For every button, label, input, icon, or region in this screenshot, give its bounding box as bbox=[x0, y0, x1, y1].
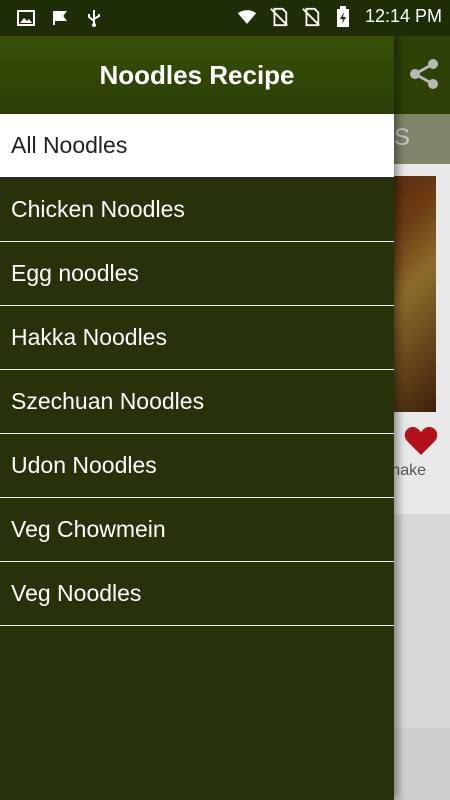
tab-label[interactable]: S bbox=[394, 124, 410, 152]
navigation-drawer: Noodles Recipe All Noodles Chicken Noodl… bbox=[0, 36, 394, 800]
no-sim-icon bbox=[301, 7, 321, 27]
nav-item-label: Egg noodles bbox=[11, 260, 139, 286]
usb-icon bbox=[84, 8, 104, 28]
nav-list: All Noodles Chicken Noodles Egg noodles … bbox=[0, 114, 394, 626]
status-bar: 12:14 PM bbox=[0, 0, 450, 36]
share-icon[interactable] bbox=[406, 56, 442, 92]
no-sim-icon bbox=[269, 7, 289, 27]
nav-item-label: All Noodles bbox=[11, 132, 128, 158]
wifi-icon bbox=[237, 7, 257, 27]
nav-item-veg-chowmein[interactable]: Veg Chowmein bbox=[0, 498, 394, 562]
heart-icon[interactable] bbox=[404, 426, 438, 456]
nav-item-szechuan-noodles[interactable]: Szechuan Noodles bbox=[0, 370, 394, 434]
nav-item-label: Hakka Noodles bbox=[11, 324, 167, 350]
nav-item-hakka-noodles[interactable]: Hakka Noodles bbox=[0, 306, 394, 370]
nav-item-all-noodles[interactable]: All Noodles bbox=[0, 114, 394, 178]
nav-item-chicken-noodles[interactable]: Chicken Noodles bbox=[0, 178, 394, 242]
status-bar-left bbox=[16, 8, 104, 28]
nav-item-veg-noodles[interactable]: Veg Noodles bbox=[0, 562, 394, 626]
nav-item-label: Veg Chowmein bbox=[11, 516, 166, 542]
flag-icon bbox=[50, 8, 70, 28]
status-bar-right: 12:14 PM bbox=[237, 5, 442, 27]
nav-item-udon-noodles[interactable]: Udon Noodles bbox=[0, 434, 394, 498]
nav-item-label: Udon Noodles bbox=[11, 452, 157, 478]
battery-charging-icon bbox=[333, 5, 353, 27]
drawer-header: Noodles Recipe bbox=[0, 36, 394, 114]
nav-item-egg-noodles[interactable]: Egg noodles bbox=[0, 242, 394, 306]
nav-item-label: Veg Noodles bbox=[11, 580, 142, 606]
image-icon bbox=[16, 8, 36, 28]
drawer-title: Noodles Recipe bbox=[99, 59, 295, 90]
nav-item-label: Chicken Noodles bbox=[11, 196, 185, 222]
status-time: 12:14 PM bbox=[364, 6, 442, 26]
card-action-label[interactable]: hake bbox=[391, 462, 426, 480]
nav-item-label: Szechuan Noodles bbox=[11, 388, 205, 414]
